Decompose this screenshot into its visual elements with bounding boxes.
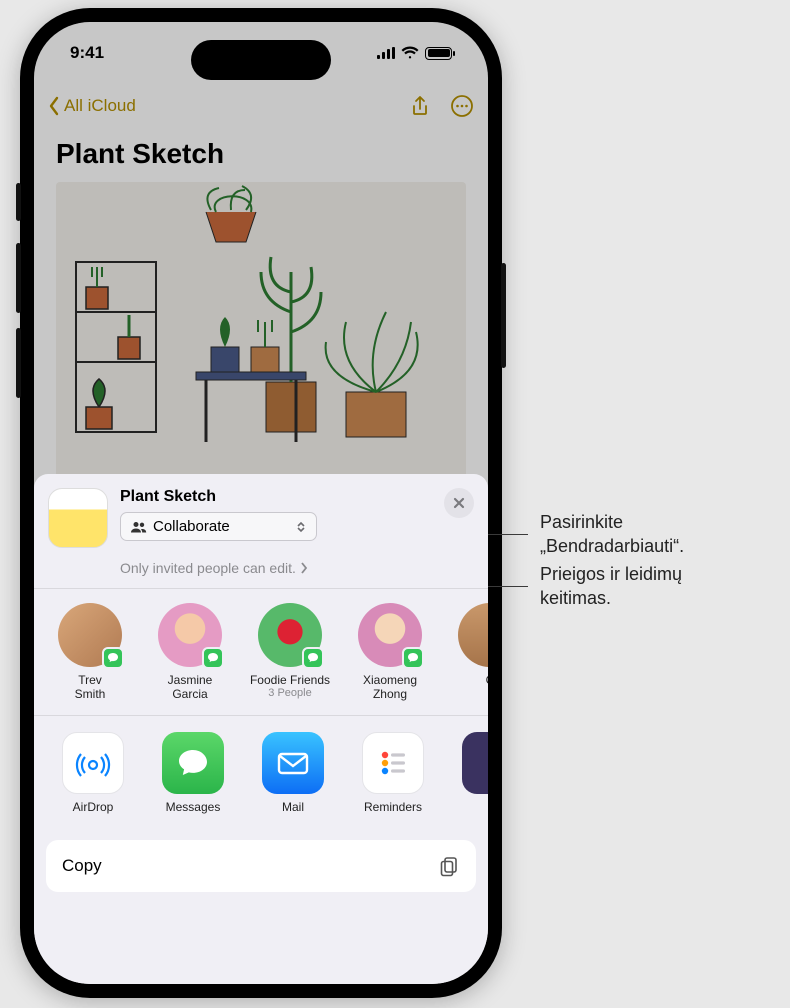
close-button[interactable] [444,488,474,518]
status-indicators [377,46,452,60]
callout-text: Pasirinkite„Bendradarbiauti“. [528,510,684,558]
share-sheet: Plant Sketch Collaborate Only invite [34,474,488,984]
side-button [16,183,21,221]
callout-text: Prieigos ir leidimųkeitimas. [528,562,682,610]
sheet-title: Plant Sketch [120,488,432,506]
messages-badge-icon [302,647,324,669]
contact-name: Zhong [373,687,407,701]
contact-name: Xiaomeng [363,673,417,687]
contact-name: Foodie Friends [250,673,330,687]
messages-badge-icon [202,647,224,669]
contact-name: C [486,673,488,687]
permissions-row[interactable]: Only invited people can edit. [34,556,488,588]
contact-name: Garcia [172,687,207,701]
chevron-right-icon [300,562,308,574]
messages-badge-icon [102,647,124,669]
status-time: 9:41 [70,43,104,63]
app-label: Mail [282,800,304,814]
airdrop-icon [62,732,124,794]
screen: 9:41 All iCloud Plant Sketch [34,22,488,984]
avatar [158,603,222,667]
messages-icon [162,732,224,794]
contacts-row[interactable]: TrevSmith JasmineGarcia Foodie Friends 3… [34,589,488,715]
notes-app-icon [48,488,108,548]
avatar [358,603,422,667]
app-reminders[interactable]: Reminders [354,732,432,814]
app-item[interactable]: J [454,732,488,814]
app-label: Messages [166,800,221,814]
copy-label: Copy [62,856,102,876]
copy-icon [438,855,460,877]
contact-name: Jasmine [168,673,213,687]
wifi-icon [401,46,419,60]
iphone-frame: 9:41 All iCloud Plant Sketch [20,8,502,998]
app-messages[interactable]: Messages [154,732,232,814]
contact-sub: 3 People [268,687,311,699]
messages-badge-icon [402,647,424,669]
app-label: AirDrop [73,800,114,814]
avatar [258,603,322,667]
collaborate-label: Collaborate [153,518,230,535]
people-icon [131,521,147,533]
contact-item[interactable]: TrevSmith [48,603,132,701]
permissions-text: Only invited people can edit. [120,560,296,576]
contact-item[interactable]: JasmineGarcia [148,603,232,701]
contact-item[interactable]: Foodie Friends 3 People [248,603,332,701]
volume-up-button [16,243,21,313]
contact-name: Trev [78,673,102,687]
volume-down-button [16,328,21,398]
copy-action[interactable]: Copy [46,840,476,892]
avatar [58,603,122,667]
apps-row[interactable]: AirDrop Messages Mail [34,716,488,830]
reminders-icon [362,732,424,794]
contact-item[interactable]: C [448,603,488,701]
dynamic-island [191,40,331,80]
battery-icon [425,47,452,60]
contact-item[interactable]: XiaomengZhong [348,603,432,701]
avatar [458,603,488,667]
close-icon [453,497,465,509]
app-airdrop[interactable]: AirDrop [54,732,132,814]
mail-icon [262,732,324,794]
app-label: Reminders [364,800,422,814]
contact-name: Smith [75,687,106,701]
power-button [501,263,506,368]
collaborate-selector[interactable]: Collaborate [120,512,317,541]
app-icon [462,732,488,794]
app-mail[interactable]: Mail [254,732,332,814]
updown-chevron-icon [296,521,306,533]
cellular-icon [377,47,395,59]
